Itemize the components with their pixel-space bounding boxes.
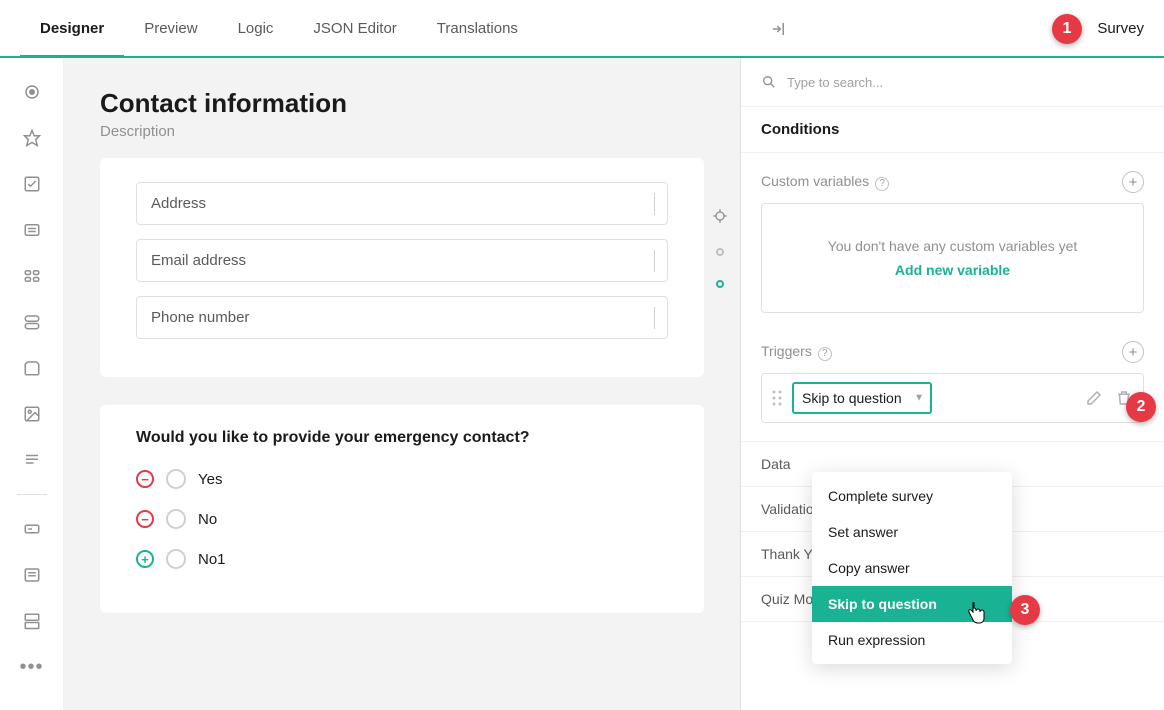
tool-checkbox-icon[interactable] [20, 172, 44, 196]
tool-image-icon[interactable] [20, 402, 44, 426]
option-row[interactable]: + No1 [136, 549, 668, 569]
help-icon[interactable]: ? [818, 347, 832, 361]
toolbox-rail: ••• [0, 58, 64, 710]
edit-trigger-icon[interactable] [1085, 389, 1103, 407]
annotation-badge-1: 1 [1052, 14, 1082, 44]
section-header-conditions[interactable]: Conditions [741, 107, 1164, 153]
search-icon [761, 74, 777, 90]
dropdown-option[interactable]: Complete survey [812, 478, 1012, 514]
tool-multipletext-icon[interactable] [20, 563, 44, 587]
dropdown-option-selected[interactable]: Skip to question [812, 586, 1012, 622]
search-input[interactable] [787, 75, 1144, 90]
tab-logic[interactable]: Logic [218, 0, 294, 58]
field-address[interactable]: Address [136, 182, 668, 225]
add-choice-icon[interactable]: + [136, 550, 154, 568]
question-card[interactable]: Address Email address Phone number [100, 158, 704, 377]
question-card-2[interactable]: Would you like to provide your emergency… [100, 405, 704, 613]
annotation-badge-3: 3 [1010, 595, 1040, 625]
triggers-label: Triggers [761, 343, 812, 359]
tool-rating-icon[interactable] [20, 126, 44, 150]
option-label[interactable]: No1 [198, 551, 226, 568]
tab-preview[interactable]: Preview [124, 0, 217, 58]
divider [17, 494, 47, 495]
option-row[interactable]: − Yes [136, 469, 668, 489]
tool-boolean-icon[interactable] [20, 310, 44, 334]
panel-title: Survey [1097, 20, 1144, 37]
help-icon[interactable]: ? [875, 177, 889, 191]
add-trigger-button[interactable]: + [1122, 341, 1144, 363]
tab-json-editor[interactable]: JSON Editor [293, 0, 416, 58]
tool-tagbox-icon[interactable] [20, 264, 44, 288]
nav-dot-active[interactable] [716, 280, 724, 288]
search-row [741, 58, 1164, 107]
tab-designer[interactable]: Designer [20, 0, 124, 58]
field-label: Email address [151, 252, 246, 269]
design-canvas[interactable]: Contact information Description Address … [64, 58, 740, 710]
tool-comment-icon[interactable] [20, 448, 44, 472]
field-email[interactable]: Email address [136, 239, 668, 282]
tool-radiogroup-icon[interactable] [20, 80, 44, 104]
question-description[interactable]: Description [100, 123, 704, 140]
field-label: Address [151, 195, 206, 212]
option-label[interactable]: No [198, 511, 217, 528]
radio-icon[interactable] [166, 469, 186, 489]
chevron-down-icon[interactable]: ▼ [914, 393, 924, 404]
remove-choice-icon[interactable]: − [136, 510, 154, 528]
dropdown-option[interactable]: Set answer [812, 514, 1012, 550]
custom-variables-label: Custom variables [761, 173, 869, 189]
empty-message: You don't have any custom variables yet [782, 238, 1123, 254]
gps-icon[interactable] [712, 208, 728, 224]
tool-file-icon[interactable] [20, 356, 44, 380]
radio-icon[interactable] [166, 549, 186, 569]
trigger-dropdown: Complete survey Set answer Copy answer S… [812, 472, 1012, 664]
page-nav-dots [712, 208, 728, 288]
field-phone[interactable]: Phone number [136, 296, 668, 339]
add-variable-link[interactable]: Add new variable [782, 262, 1123, 278]
annotation-badge-2: 2 [1126, 392, 1156, 422]
tool-dropdown-icon[interactable] [20, 218, 44, 242]
dropdown-option[interactable]: Run expression [812, 622, 1012, 658]
drag-handle-icon[interactable] [772, 390, 782, 406]
collapse-panel-icon[interactable] [761, 12, 795, 46]
question-title[interactable]: Contact information [100, 88, 704, 119]
nav-dot[interactable] [716, 248, 724, 256]
option-label[interactable]: Yes [198, 471, 222, 488]
tool-more-icon[interactable]: ••• [20, 655, 44, 679]
add-variable-button[interactable]: + [1122, 171, 1144, 193]
dropdown-option[interactable]: Copy answer [812, 550, 1012, 586]
remove-choice-icon[interactable]: − [136, 470, 154, 488]
question2-title[interactable]: Would you like to provide your emergency… [136, 429, 668, 447]
trigger-row: Skip to question ▼ [761, 373, 1144, 423]
trigger-type-input[interactable]: Skip to question ▼ [792, 382, 932, 414]
radio-icon[interactable] [166, 509, 186, 529]
option-row[interactable]: − No [136, 509, 668, 529]
tab-translations[interactable]: Translations [417, 0, 538, 58]
trigger-type-value: Skip to question [802, 390, 902, 406]
custom-variables-empty: You don't have any custom variables yet … [761, 203, 1144, 313]
tool-panel-icon[interactable] [20, 609, 44, 633]
tool-text-icon[interactable] [20, 517, 44, 541]
field-label: Phone number [151, 309, 249, 326]
